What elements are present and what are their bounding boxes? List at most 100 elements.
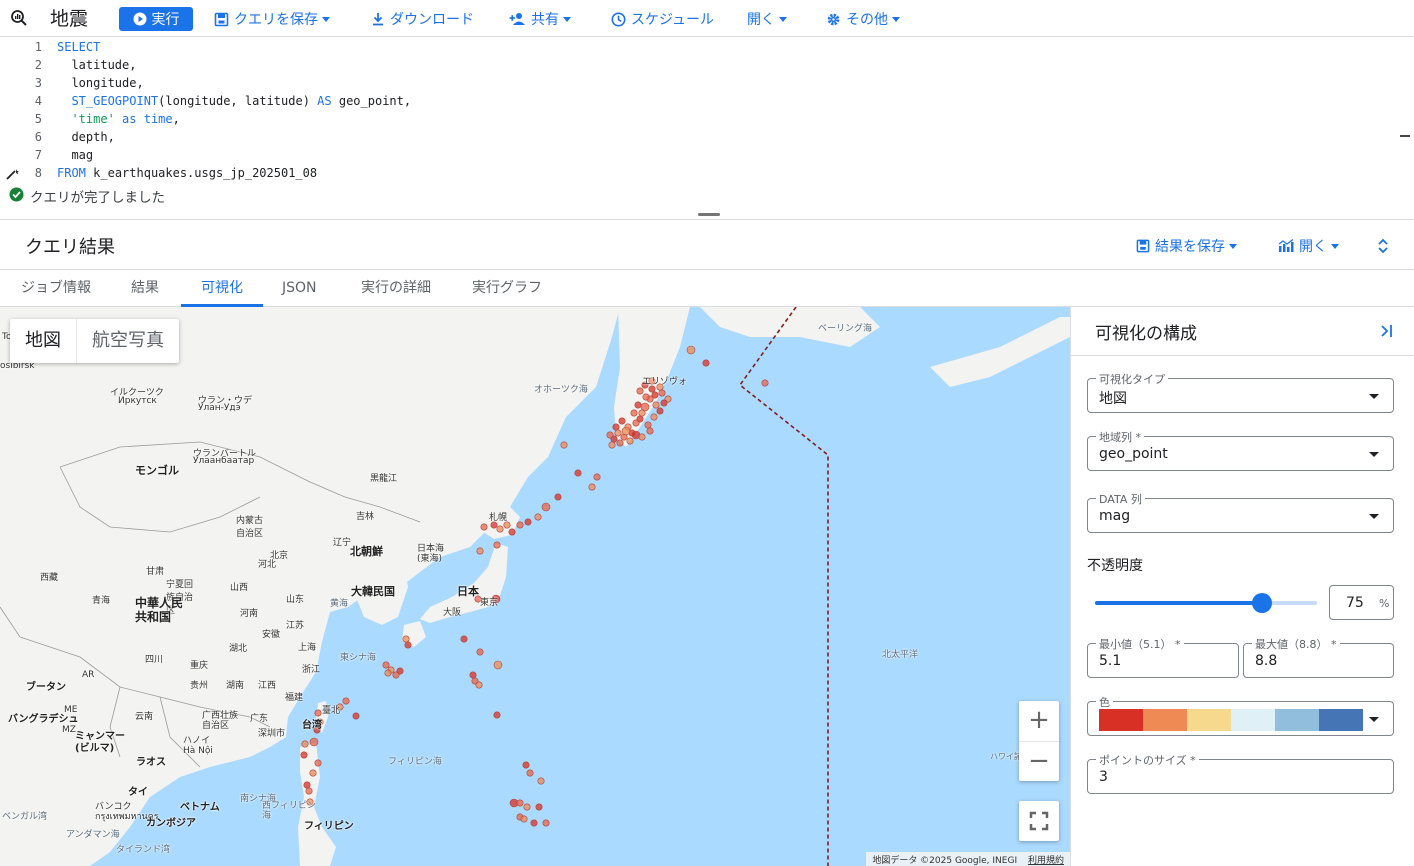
earthquake-point[interactable]	[303, 781, 311, 789]
earthquake-point[interactable]	[508, 528, 516, 536]
fullscreen-button[interactable]	[1019, 801, 1059, 841]
earthquake-point[interactable]	[630, 409, 638, 417]
earthquake-point[interactable]	[632, 419, 640, 427]
explore-button[interactable]: 開く	[1278, 235, 1339, 257]
opacity-input[interactable]: 75 %	[1329, 585, 1394, 620]
earthquake-point[interactable]	[702, 359, 710, 367]
share-button[interactable]: 共有	[509, 8, 571, 30]
earthquake-point[interactable]	[686, 345, 696, 355]
earthquake-point[interactable]	[402, 635, 410, 643]
earthquake-point[interactable]	[314, 759, 322, 767]
earthquake-point[interactable]	[404, 641, 412, 649]
schedule-button[interactable]: スケジュール	[611, 8, 714, 30]
earthquake-point[interactable]	[650, 413, 658, 421]
earthquake-point[interactable]	[612, 423, 620, 431]
collapse-panel-icon[interactable]	[1379, 323, 1393, 342]
expand-icon[interactable]	[1377, 238, 1389, 258]
earthquake-point[interactable]	[309, 769, 317, 777]
resize-handle[interactable]	[698, 213, 720, 216]
save-query-button[interactable]: クエリを保存	[214, 8, 330, 30]
query-icon[interactable]	[10, 9, 28, 31]
earthquake-point[interactable]	[618, 417, 626, 425]
earthquake-point[interactable]	[301, 740, 309, 748]
earthquake-point[interactable]	[300, 751, 308, 759]
earthquake-point[interactable]	[638, 433, 646, 441]
more-button[interactable]: その他	[826, 8, 900, 30]
earthquake-point[interactable]	[593, 473, 601, 481]
earthquake-point[interactable]	[309, 737, 319, 747]
earthquake-point[interactable]	[496, 525, 504, 533]
zoom-in-button[interactable]: +	[1019, 701, 1059, 741]
point-size-input[interactable]: ポイントのサイズ * 3	[1087, 752, 1394, 794]
earthquake-point[interactable]	[541, 502, 551, 512]
map-view[interactable]: ベーリング海 オホーツク海 エリゾヴォ イルクーツク Иркутск ウラン・ウ…	[0, 307, 1070, 866]
earthquake-point[interactable]	[342, 697, 350, 705]
earthquake-point[interactable]	[392, 671, 400, 679]
open-button[interactable]: 開く	[747, 8, 787, 30]
earthquake-point[interactable]	[616, 439, 624, 447]
earthquake-point[interactable]	[493, 660, 503, 670]
earthquake-point[interactable]	[382, 661, 390, 669]
earthquake-point[interactable]	[352, 712, 360, 720]
earthquake-point[interactable]	[522, 761, 530, 769]
earthquake-point[interactable]	[656, 407, 664, 415]
earthquake-point[interactable]	[523, 803, 531, 811]
tab-5[interactable]: 実行グラフ	[472, 270, 542, 307]
earthquake-point[interactable]	[520, 815, 528, 823]
editor-scrollbar[interactable]	[1400, 135, 1410, 137]
color-palette-select[interactable]: 色	[1087, 694, 1394, 736]
earthquake-point[interactable]	[476, 648, 484, 656]
run-button[interactable]: 実行	[119, 7, 193, 31]
tab-4[interactable]: 実行の詳細	[361, 270, 431, 307]
earthquake-point[interactable]	[761, 379, 769, 387]
earthquake-point[interactable]	[652, 401, 660, 409]
tab-0[interactable]: ジョブ情報	[21, 270, 91, 307]
earthquake-point[interactable]	[526, 769, 534, 777]
earthquake-point[interactable]	[646, 427, 654, 435]
earthquake-point[interactable]	[660, 399, 668, 407]
opacity-slider[interactable]	[1095, 593, 1317, 613]
earthquake-point[interactable]	[638, 409, 646, 417]
earthquake-point[interactable]	[634, 401, 642, 409]
earthquake-point[interactable]	[588, 483, 596, 491]
earthquake-point[interactable]	[542, 819, 550, 827]
sql-editor[interactable]: 1 SELECT 2 latitude, 3 longitude, 4 ST_GEOGP…	[0, 37, 1414, 180]
earthquake-point[interactable]	[480, 523, 488, 531]
earthquake-point[interactable]	[524, 518, 532, 526]
earthquake-point[interactable]	[475, 681, 483, 689]
min-value-input[interactable]: 最小値（5.1） * 5.1	[1087, 636, 1239, 678]
zoom-out-button[interactable]: −	[1019, 741, 1059, 781]
earthquake-point[interactable]	[469, 671, 477, 679]
earthquake-point[interactable]	[516, 799, 524, 807]
earthquake-point[interactable]	[537, 777, 545, 785]
earthquake-point[interactable]	[642, 393, 650, 401]
earthquake-point[interactable]	[560, 441, 568, 449]
viz-type-select[interactable]: 可視化タイプ 地図	[1087, 371, 1394, 413]
earthquake-point[interactable]	[636, 387, 644, 395]
map-type-satellite-button[interactable]: 航空写真	[76, 319, 179, 363]
earthquake-point[interactable]	[614, 429, 622, 437]
earthquake-point[interactable]	[476, 547, 484, 555]
earthquake-point[interactable]	[460, 635, 468, 643]
earthquake-point[interactable]	[608, 441, 616, 449]
earthquake-point[interactable]	[554, 493, 562, 501]
earthquake-point[interactable]	[493, 541, 501, 549]
geo-column-select[interactable]: 地域列 * geo_point	[1087, 429, 1394, 471]
earthquake-point[interactable]	[574, 469, 582, 477]
earthquake-point[interactable]	[516, 521, 524, 529]
earthquake-point[interactable]	[305, 787, 313, 795]
earthquake-point[interactable]	[644, 421, 652, 429]
earthquake-point[interactable]	[626, 437, 634, 445]
earthquake-point[interactable]	[606, 431, 614, 439]
magic-wand-icon[interactable]	[6, 168, 20, 180]
earthquake-point[interactable]	[621, 426, 631, 436]
tab-2[interactable]: 可視化	[181, 270, 263, 307]
earthquake-point[interactable]	[534, 513, 542, 521]
terms-link[interactable]: 利用規約	[1028, 856, 1064, 866]
earthquake-point[interactable]	[535, 803, 543, 811]
earthquake-point[interactable]	[530, 819, 538, 827]
earthquake-point[interactable]	[658, 389, 666, 397]
save-results-button[interactable]: 結果を保存	[1136, 235, 1237, 257]
tab-3[interactable]: JSON	[282, 270, 317, 307]
map-type-roadmap-button[interactable]: 地図	[10, 319, 76, 363]
